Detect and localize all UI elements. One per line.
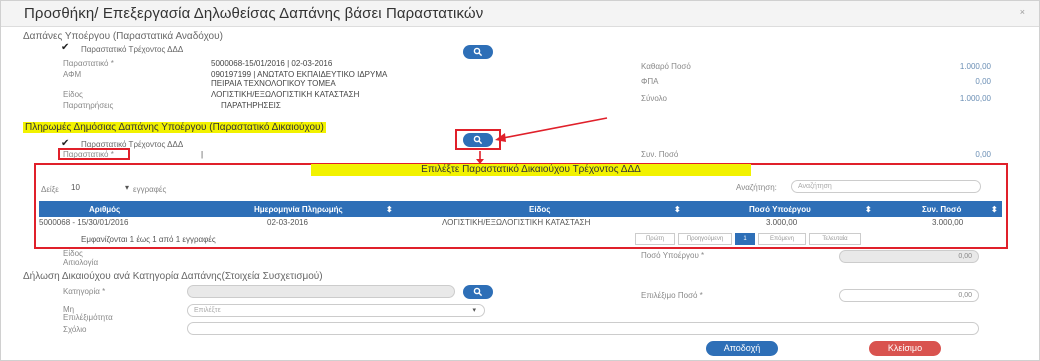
payments-search-button[interactable] bbox=[463, 133, 493, 147]
comment-input[interactable] bbox=[187, 322, 979, 335]
selected-amount-label: Επιλέξιμο Ποσό * bbox=[641, 291, 703, 300]
picker-search-input[interactable]: Αναζήτηση bbox=[791, 180, 981, 193]
page-size-select[interactable]: 10 ▾ bbox=[71, 183, 129, 195]
declaration-section-title: Δήλωση Δικαιούχου ανά Κατηγορία Δαπάνης(… bbox=[23, 271, 323, 282]
net-amount-label: Καθαρό Ποσό bbox=[641, 62, 691, 71]
total-label: Σύνολο bbox=[641, 94, 667, 103]
category-label: Κατηγορία * bbox=[63, 287, 106, 296]
picker-show-label: Δείξε bbox=[41, 185, 59, 194]
col-header-number[interactable]: Αριθμός bbox=[89, 205, 120, 214]
picker-title: Επιλέξτε Παραστατικό Δικαιούχου Τρέχοντο… bbox=[311, 164, 751, 176]
project-amount-input[interactable]: 0,00 bbox=[839, 250, 979, 263]
current-invoice-checkbox[interactable]: ✔ bbox=[61, 43, 71, 53]
afm-value-line1: 090197199 | ΑΝΩΤΑΤΟ ΕΚΠΑΙΔΕΥΤΙΚΟ ΙΔΡΥΜΑ bbox=[211, 70, 388, 79]
modal-title: Προσθήκη/ Επεξεργασία Δηλωθείσας Δαπάνης… bbox=[24, 5, 484, 22]
project-amount-label: Ποσό Υποέργου * bbox=[641, 251, 705, 260]
payments-invoice-label: Παραστατικό * bbox=[63, 150, 114, 159]
expenses-section-title: Δαπάνες Υποέργου (Παραστατικά Αναδόχου) bbox=[23, 31, 223, 42]
search-icon bbox=[473, 135, 483, 145]
pagination-next[interactable]: Επόμενη bbox=[758, 233, 806, 245]
pagination-page-1[interactable]: 1 bbox=[735, 233, 755, 245]
vat-value: 0,00 bbox=[975, 77, 991, 86]
sort-icon: ⬍ bbox=[865, 205, 872, 214]
row-payment-date: 02-03-2016 bbox=[267, 218, 308, 227]
expense-search-button[interactable] bbox=[463, 45, 493, 59]
col-header-sum[interactable]: Συν. Ποσό bbox=[922, 205, 961, 214]
type-value: ΛΟΓΙΣΤΙΚΗ/ΕΞΩΛΟΓΙΣΤΙΚΗ ΚΑΤΑΣΤΑΣΗ bbox=[211, 90, 360, 99]
payments-section-title: Πληρωμές Δημόσιας Δαπάνης Υποέργου (Παρα… bbox=[23, 122, 326, 133]
category-input[interactable] bbox=[187, 285, 455, 298]
justification-label: Αιτιολογία bbox=[63, 258, 99, 267]
vat-label: ΦΠΑ bbox=[641, 77, 659, 86]
modal-dialog: Προσθήκη/ Επεξεργασία Δηλωθείσας Δαπάνης… bbox=[0, 0, 1040, 361]
sort-icon: ⬍ bbox=[674, 205, 681, 214]
sort-icon: ⬍ bbox=[991, 205, 998, 214]
pagination-last[interactable]: Τελευταία bbox=[809, 233, 861, 245]
selected-amount-input[interactable]: 0,00 bbox=[839, 289, 979, 302]
picker-records-label: εγγραφές bbox=[133, 185, 167, 194]
non-eligible-label-line2: Επιλέξιμότητα bbox=[63, 313, 113, 322]
payments-section-title-text: Πληρωμές Δημόσιας Δαπάνης Υποέργου (Παρα… bbox=[23, 122, 326, 133]
chevron-down-icon: ▾ bbox=[472, 307, 476, 314]
col-header-project-amount[interactable]: Ποσό Υποέργου bbox=[749, 205, 811, 214]
payments-sum-value: 0,00 bbox=[975, 150, 991, 159]
current-invoice-checkbox-label: Παραστατικό Τρέχοντος ΔΔΔ bbox=[81, 45, 184, 54]
non-eligible-select[interactable]: Επιλέξτε ▾ bbox=[187, 304, 485, 317]
picker-info-text: Εμφανίζονται 1 έως 1 από 1 εγγραφές bbox=[81, 235, 216, 244]
picker-table-header: Αριθμός Ημερομηνία Πληρωμής ⬍ Είδος ⬍ Πο… bbox=[39, 201, 1002, 217]
row-sum: 3.000,00 bbox=[932, 218, 964, 227]
afm-label: ΑΦΜ bbox=[63, 70, 82, 79]
notes-label: Παρατηρήσεις bbox=[63, 101, 114, 110]
col-header-type[interactable]: Είδος bbox=[529, 205, 550, 214]
close-button[interactable]: Κλείσιμο bbox=[869, 341, 941, 356]
payments-sum-label: Συν. Ποσό bbox=[641, 150, 679, 159]
row-type: ΛΟΓΙΣΤΙΚΗ/ΕΞΩΛΟΓΙΣΤΙΚΗ ΚΑΤΑΣΤΑΣΗ bbox=[442, 218, 591, 227]
notes-value: ΠΑΡΑΤΗΡΗΣΕΙΣ bbox=[221, 101, 281, 110]
payments-invoice-value: | bbox=[201, 150, 204, 159]
search-icon bbox=[473, 287, 483, 297]
pagination-prev[interactable]: Προηγούμενη bbox=[678, 233, 732, 245]
afm-value-line2: ΠΕΙΡΑΙΑ ΤΕΧΝΟΛΟΓΙΚΟΥ ΤΟΜΕΑ bbox=[211, 79, 336, 88]
row-number: 5000068 - 15/30/01/2016 bbox=[39, 218, 129, 227]
col-header-payment-date[interactable]: Ημερομηνία Πληρωμής bbox=[254, 205, 343, 214]
comment-label: Σχόλιο bbox=[63, 325, 87, 334]
sort-icon: ⬍ bbox=[386, 205, 393, 214]
chevron-down-icon: ▾ bbox=[124, 183, 129, 192]
accept-button[interactable]: Αποδοχή bbox=[706, 341, 778, 356]
picker-search-label: Αναζήτηση: bbox=[736, 183, 777, 192]
close-icon[interactable]: × bbox=[1020, 7, 1025, 17]
modal-header: Προσθήκη/ Επεξεργασία Δηλωθείσας Δαπάνης… bbox=[1, 1, 1039, 27]
pagination-first[interactable]: Πρώτη bbox=[635, 233, 675, 245]
row-project-amount: 3.000,00 bbox=[766, 218, 798, 227]
invoice-value: 5000068-15/01/2016 | 02-03-2016 bbox=[211, 59, 333, 68]
net-amount-value: 1.000,00 bbox=[959, 62, 991, 71]
category-search-button[interactable] bbox=[463, 285, 493, 299]
annotation-arrow-icon bbox=[495, 117, 608, 142]
non-eligible-select-value: Επιλέξτε bbox=[194, 307, 221, 314]
below-type-label: Είδος bbox=[63, 249, 83, 258]
search-icon bbox=[473, 47, 483, 57]
total-value: 1.000,00 bbox=[959, 94, 991, 103]
page-size-value: 10 bbox=[71, 183, 80, 192]
table-row[interactable]: 5000068 - 15/30/01/2016 02-03-2016 ΛΟΓΙΣ… bbox=[39, 217, 1002, 229]
invoice-label: Παραστατικό * bbox=[63, 59, 114, 68]
type-label: Είδος bbox=[63, 90, 83, 99]
